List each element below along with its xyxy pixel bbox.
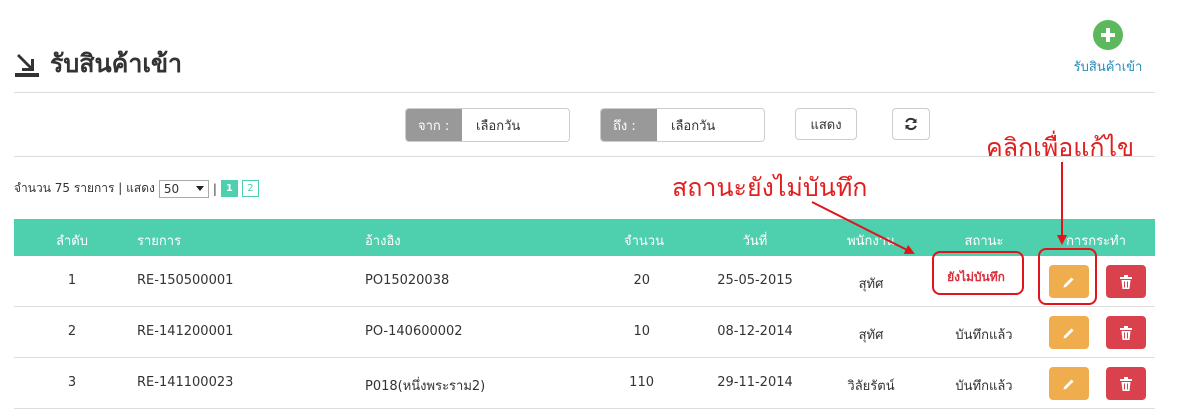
status-arrow	[811, 201, 915, 254]
annotation-arrows	[811, 162, 1067, 254]
